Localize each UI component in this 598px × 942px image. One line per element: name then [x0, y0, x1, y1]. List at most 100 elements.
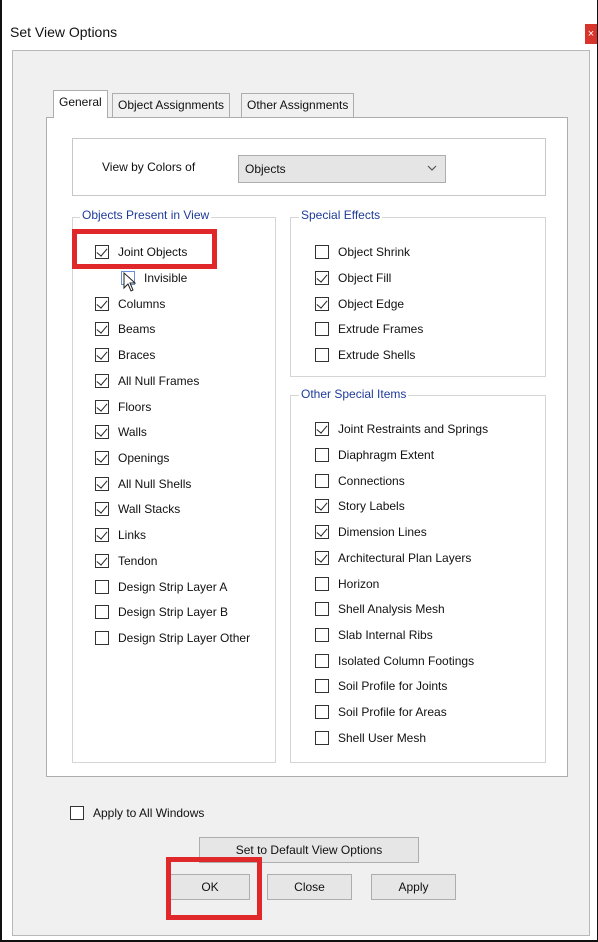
checkbox-extrude-frames[interactable]: Extrude Frames [315, 320, 423, 338]
checkbox-beams[interactable]: Beams [95, 320, 155, 338]
checkbox-architectural-plan-layers[interactable]: Architectural Plan Layers [315, 549, 471, 567]
checkbox-box[interactable] [315, 577, 329, 591]
checkbox-tendon[interactable]: Tendon [95, 552, 157, 570]
checkbox-diaphragm-extent[interactable]: Diaphragm Extent [315, 446, 434, 464]
checkbox-box[interactable] [315, 551, 329, 565]
checkbox-box[interactable] [315, 499, 329, 513]
checkbox-label: Soil Profile for Joints [338, 679, 448, 693]
checkbox-isolated-column-footings[interactable]: Isolated Column Footings [315, 652, 474, 670]
checkbox-box[interactable] [315, 731, 329, 745]
checkbox-connections[interactable]: Connections [315, 472, 405, 490]
dialog-title: Set View Options [10, 24, 118, 40]
close-window-button[interactable]: × [585, 24, 597, 44]
checkbox-box[interactable] [95, 477, 109, 491]
checkbox-box[interactable] [315, 271, 329, 285]
apply-button[interactable]: Apply [371, 874, 456, 900]
checkbox-label: Design Strip Layer Other [118, 631, 251, 645]
checkbox-box[interactable] [315, 297, 329, 311]
checkbox-columns[interactable]: Columns [95, 295, 165, 313]
checkbox-box[interactable] [315, 245, 329, 259]
checkbox-all-null-shells[interactable]: All Null Shells [95, 475, 191, 493]
checkbox-object-edge[interactable]: Object Edge [315, 295, 404, 313]
checkbox-box[interactable] [95, 297, 109, 311]
checkbox-box[interactable] [315, 628, 329, 642]
checkbox-joint-restraints-springs[interactable]: Joint Restraints and Springs [315, 420, 488, 438]
checkbox-box[interactable] [315, 422, 329, 436]
checkbox-dimension-lines[interactable]: Dimension Lines [315, 523, 427, 541]
checkbox-design-strip-layer-other[interactable]: Design Strip Layer Other [95, 629, 250, 647]
checkbox-shell-user-mesh[interactable]: Shell User Mesh [315, 729, 426, 747]
checkbox-label: Dimension Lines [338, 525, 427, 539]
checkbox-box[interactable] [95, 605, 109, 619]
checkbox-object-shrink[interactable]: Object Shrink [315, 243, 410, 261]
checkbox-box[interactable] [315, 705, 329, 719]
checkbox-label: Invisible [144, 271, 188, 285]
checkbox-box[interactable] [95, 631, 109, 645]
checkbox-box[interactable] [315, 679, 329, 693]
view-by-colors-dropdown[interactable]: Objects [238, 155, 446, 183]
checkbox-box[interactable] [315, 525, 329, 539]
checkbox-openings[interactable]: Openings [95, 449, 169, 467]
checkbox-object-fill[interactable]: Object Fill [315, 269, 391, 287]
checkbox-box[interactable] [95, 502, 109, 516]
ok-button[interactable]: OK [170, 874, 250, 900]
checkbox-box[interactable] [95, 374, 109, 388]
checkbox-box[interactable] [95, 528, 109, 542]
tab-general[interactable]: General [53, 90, 108, 118]
checkbox-all-null-frames[interactable]: All Null Frames [95, 372, 199, 390]
view-by-label: View by Colors of [102, 160, 196, 174]
chevron-down-icon [427, 165, 437, 171]
checkbox-label: Object Shrink [338, 245, 411, 259]
checkbox-box[interactable] [315, 322, 329, 336]
checkbox-shell-analysis-mesh[interactable]: Shell Analysis Mesh [315, 600, 445, 618]
tab-label: Object Assignments [118, 98, 225, 112]
checkbox-floors[interactable]: Floors [95, 398, 151, 416]
checkbox-label: Architectural Plan Layers [338, 551, 472, 565]
checkbox-slab-internal-ribs[interactable]: Slab Internal Ribs [315, 626, 433, 644]
checkbox-box[interactable] [95, 245, 109, 259]
checkbox-box[interactable] [95, 322, 109, 336]
checkbox-box[interactable] [70, 806, 84, 820]
checkbox-label: Diaphragm Extent [338, 448, 435, 462]
checkbox-apply-to-all-windows[interactable]: Apply to All Windows [70, 804, 204, 822]
tab-label: Other Assignments [247, 98, 349, 112]
checkbox-box[interactable] [95, 400, 109, 414]
checkbox-label: Floors [118, 400, 152, 414]
checkbox-label: Object Edge [338, 297, 405, 311]
checkbox-box[interactable] [95, 554, 109, 568]
checkbox-box[interactable] [95, 425, 109, 439]
checkbox-box[interactable] [95, 451, 109, 465]
checkbox-box[interactable] [95, 580, 109, 594]
checkbox-joint-objects[interactable]: Joint Objects [95, 243, 187, 261]
checkbox-box[interactable] [95, 348, 109, 362]
checkbox-box[interactable] [315, 474, 329, 488]
checkbox-box[interactable] [315, 348, 329, 362]
checkbox-label: Object Fill [338, 271, 392, 285]
checkbox-extrude-shells[interactable]: Extrude Shells [315, 346, 415, 364]
checkbox-box[interactable] [315, 448, 329, 462]
checkbox-label: Story Labels [338, 499, 405, 513]
checkbox-wall-stacks[interactable]: Wall Stacks [95, 500, 180, 518]
checkbox-label: Extrude Shells [338, 348, 416, 362]
set-default-view-options-button[interactable]: Set to Default View Options [199, 837, 419, 863]
tab-other-assignments[interactable]: Other Assignments [241, 93, 355, 117]
checkbox-horizon[interactable]: Horizon [315, 575, 379, 593]
tab-label: General [59, 95, 102, 109]
checkbox-design-strip-layer-a[interactable]: Design Strip Layer A [95, 578, 227, 596]
checkbox-story-labels[interactable]: Story Labels [315, 497, 405, 515]
title-bar[interactable]: Set View Options × [2, 0, 597, 50]
checkbox-braces[interactable]: Braces [95, 346, 155, 364]
close-button[interactable]: Close [267, 874, 352, 900]
checkbox-box[interactable] [315, 602, 329, 616]
checkbox-label: Design Strip Layer B [118, 605, 229, 619]
checkbox-soil-profile-joints[interactable]: Soil Profile for Joints [315, 677, 447, 695]
checkbox-box[interactable] [315, 654, 329, 668]
checkbox-links[interactable]: Links [95, 526, 146, 544]
tab-object-assignments[interactable]: Object Assignments [112, 93, 231, 117]
checkbox-design-strip-layer-b[interactable]: Design Strip Layer B [95, 603, 228, 621]
checkbox-label: Connections [338, 474, 405, 488]
checkbox-walls[interactable]: Walls [95, 423, 147, 441]
objects-present-title: Objects Present in View [80, 208, 212, 222]
checkbox-soil-profile-areas[interactable]: Soil Profile for Areas [315, 703, 447, 721]
checkbox-label: Joint Objects [118, 245, 188, 259]
